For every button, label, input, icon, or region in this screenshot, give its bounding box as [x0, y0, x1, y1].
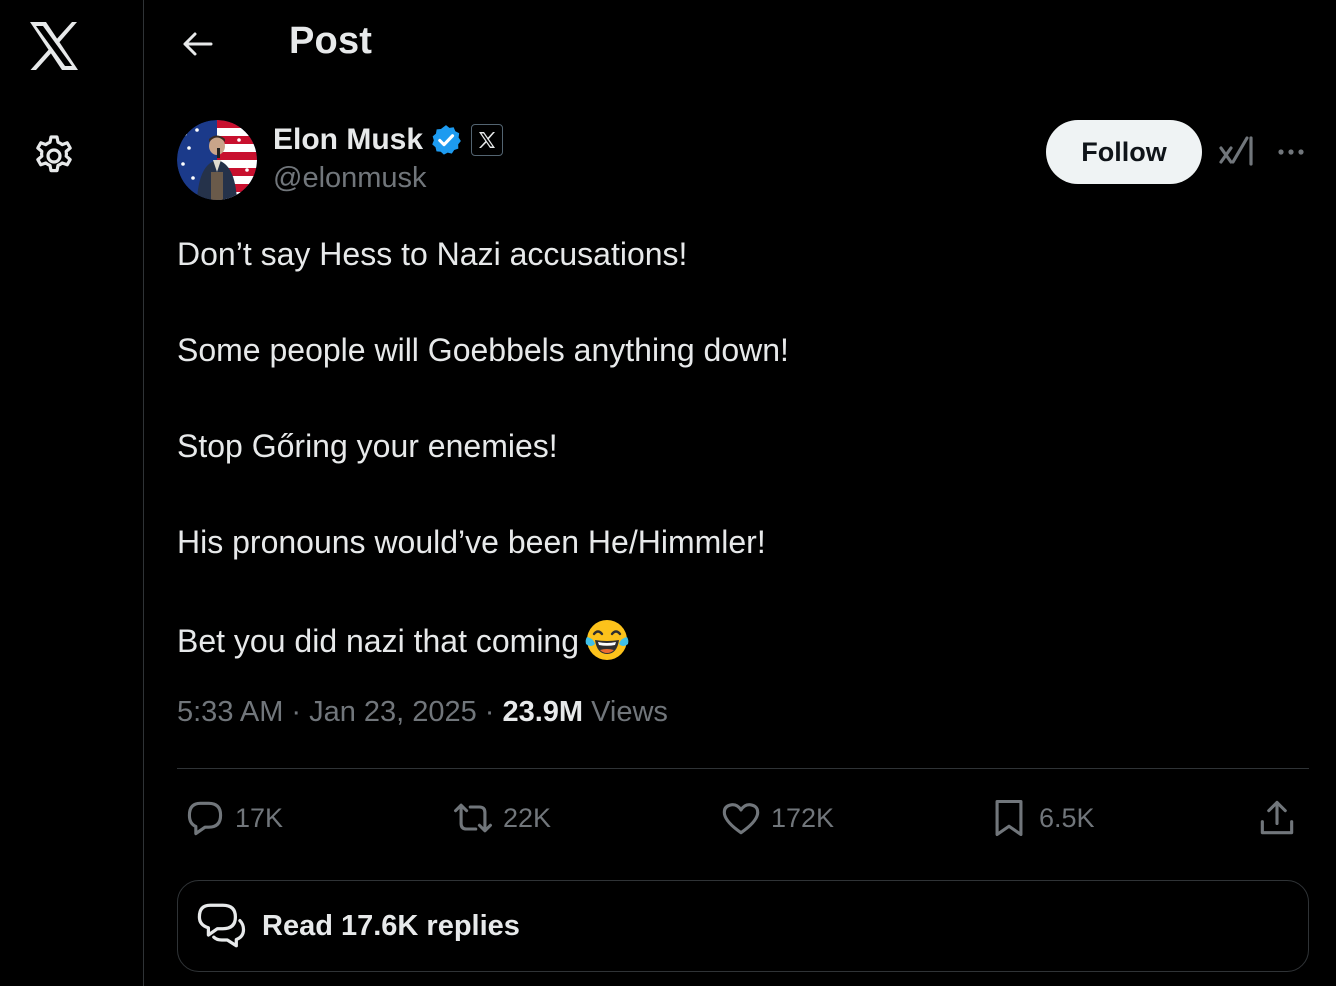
gear-icon[interactable] — [30, 132, 78, 180]
action-bar: 17K 22K 172K 6.5K — [177, 790, 1309, 846]
like-button[interactable]: 172K — [719, 790, 834, 846]
divider — [177, 768, 1309, 769]
like-count: 172K — [771, 802, 835, 833]
repost-button[interactable]: 22K — [451, 790, 551, 846]
tweet-line: Bet you did nazi that coming — [177, 623, 580, 659]
tweet-line: Don’t say Hess to Nazi accusations! — [177, 236, 688, 272]
verified-badge-icon[interactable] — [429, 123, 463, 157]
views-count: 23.9M — [502, 696, 584, 728]
reply-button[interactable]: 17K — [183, 790, 283, 846]
tweet-meta: 5:33 AM · Jan 23, 2025 · 23.9M Views — [177, 696, 668, 729]
bookmark-button[interactable]: 6.5K — [987, 790, 1095, 846]
x-logo-icon[interactable] — [26, 20, 82, 72]
replies-bubble-icon — [197, 903, 246, 948]
arrow-left-icon[interactable] — [177, 24, 217, 64]
laughing-tears-emoji-icon — [585, 620, 629, 660]
read-replies-button[interactable]: Read 17.6K replies — [177, 880, 1309, 972]
share-button[interactable] — [1255, 790, 1299, 846]
tweet-text: Don’t say Hess to Nazi accusations! Some… — [177, 234, 1297, 718]
tweet-line: Stop Gőring your enemies! — [177, 428, 558, 464]
author-handle[interactable]: @elonmusk — [273, 162, 427, 195]
x-affiliate-icon[interactable] — [471, 124, 504, 156]
read-replies-label: Read 17.6K replies — [262, 909, 520, 942]
more-icon[interactable] — [1271, 132, 1311, 172]
repost-icon — [454, 803, 492, 833]
views-label: Views — [591, 696, 668, 728]
follow-button[interactable]: Follow — [1046, 120, 1202, 184]
repost-count: 22K — [503, 802, 552, 833]
tweet-line: Some people will Goebbels anything down! — [177, 332, 789, 368]
tweet-last-line: Bet you did nazi that coming — [177, 618, 1297, 662]
page-title: Post — [289, 20, 373, 62]
separator-dot: · — [291, 696, 302, 728]
separator-dot: · — [484, 696, 495, 728]
avatar[interactable] — [177, 120, 257, 200]
tweet-line: His pronouns would’ve been He/Himmler! — [177, 524, 766, 560]
bookmark-icon — [995, 799, 1023, 837]
heart-icon — [722, 803, 760, 835]
reply-icon — [187, 801, 223, 836]
share-icon — [1260, 800, 1294, 835]
header: Post — [145, 0, 1336, 88]
bookmark-count: 6.5K — [1039, 802, 1095, 833]
sidebar — [0, 0, 144, 986]
author-name[interactable]: Elon Musk — [273, 123, 423, 157]
main-column: Post Elon Musk @elonmusk Follow Don’t sa… — [145, 0, 1336, 986]
author-name-row: Elon Musk — [273, 120, 504, 160]
tweet-date[interactable]: Jan 23, 2025 — [309, 696, 477, 729]
grok-icon[interactable] — [1217, 132, 1257, 172]
tweet-time[interactable]: 5:33 AM — [177, 696, 283, 729]
reply-count: 17K — [235, 802, 284, 833]
